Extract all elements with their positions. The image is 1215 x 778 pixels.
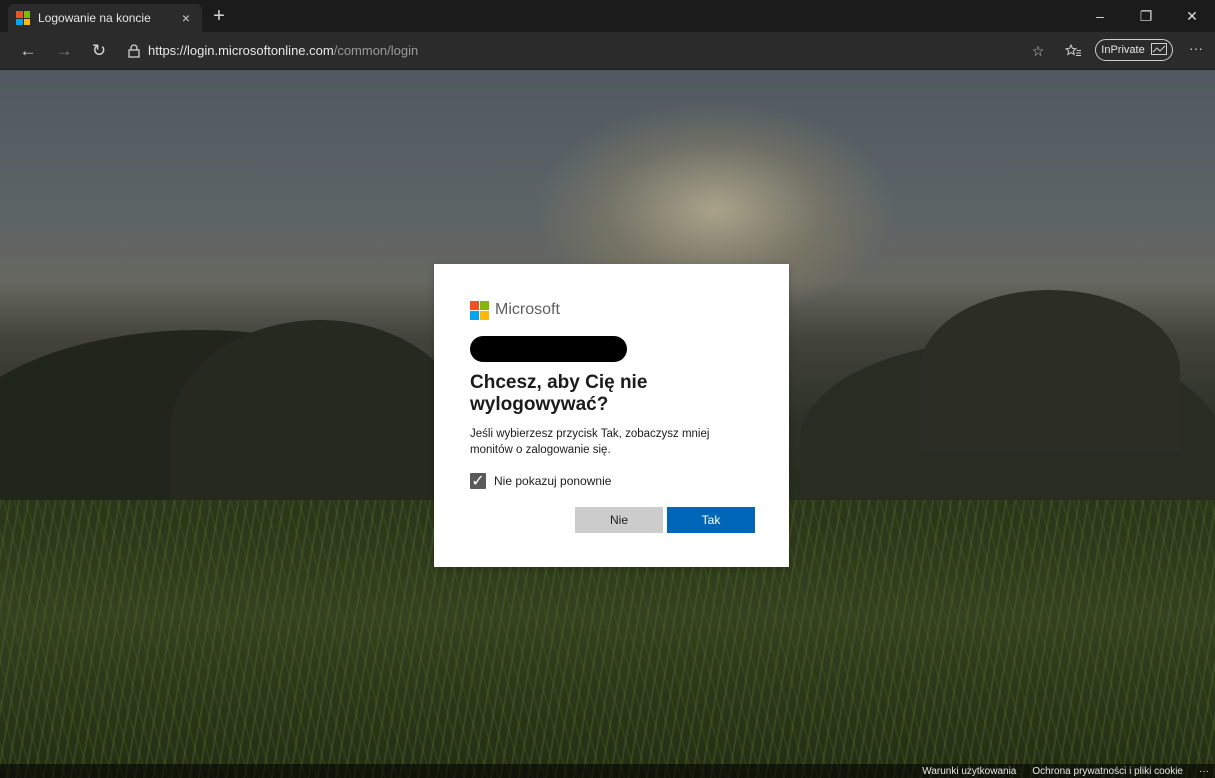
forward-button[interactable]: → bbox=[51, 38, 77, 64]
lock-icon bbox=[128, 43, 140, 58]
tab-title: Logowanie na koncie bbox=[38, 11, 151, 25]
dialog-title: Chcesz, aby Cię nie wylogowywać? bbox=[470, 372, 648, 415]
page-footer: Warunki użytkowania Ochrona prywatności … bbox=[0, 764, 1215, 778]
url-path: /common/login bbox=[333, 43, 419, 58]
address-bar[interactable]: https://login.microsoftonline.com/common… bbox=[128, 36, 1018, 65]
account-name-redacted bbox=[470, 336, 627, 362]
no-button[interactable]: Nie bbox=[575, 507, 663, 533]
tab-close-icon[interactable]: × bbox=[178, 10, 194, 26]
checkmark-icon[interactable]: ✓ bbox=[470, 473, 486, 490]
login-page-background: Microsoft Chcesz, aby Cię nie wylogowywa… bbox=[0, 70, 1215, 778]
privacy-link[interactable]: Ochrona prywatności i pliki cookie bbox=[1032, 766, 1183, 777]
microsoft-favicon-icon bbox=[16, 11, 30, 25]
brand-name: Microsoft bbox=[495, 301, 560, 318]
restore-button[interactable]: ❐ bbox=[1123, 0, 1169, 32]
browser-toolbar: ← → ↻ https://login.microsoftonline.com /… bbox=[0, 32, 1215, 70]
settings-more-button[interactable]: ··· bbox=[1184, 40, 1208, 62]
inprivate-button[interactable]: InPrivate bbox=[1095, 39, 1173, 61]
refresh-button[interactable]: ↻ bbox=[86, 38, 112, 64]
minimize-button[interactable]: – bbox=[1077, 0, 1123, 32]
window-controls: – ❐ ✕ bbox=[1077, 0, 1215, 32]
terms-link[interactable]: Warunki użytkowania bbox=[922, 766, 1016, 777]
url-host: https://login.microsoftonline.com bbox=[148, 43, 334, 58]
back-button[interactable]: ← bbox=[15, 38, 41, 64]
add-favorite-icon[interactable]: ☆ bbox=[1027, 40, 1049, 62]
yes-button[interactable]: Tak bbox=[667, 507, 755, 533]
dialog-buttons: Nie Tak bbox=[575, 507, 755, 533]
favorites-list-icon[interactable] bbox=[1062, 40, 1084, 62]
microsoft-logo-icon bbox=[470, 300, 489, 320]
checkbox-label: Nie pokazuj ponownie bbox=[494, 474, 612, 488]
microsoft-logo: Microsoft bbox=[470, 300, 753, 320]
dont-show-again-checkbox[interactable]: ✓ Nie pokazuj ponownie bbox=[470, 473, 753, 490]
inprivate-icon bbox=[1150, 42, 1167, 58]
inprivate-label: InPrivate bbox=[1101, 44, 1145, 56]
dialog-description: Jeśli wybierzesz przycisk Tak, zobaczysz… bbox=[470, 428, 710, 456]
close-window-button[interactable]: ✕ bbox=[1169, 0, 1215, 32]
new-tab-button[interactable]: + bbox=[208, 6, 230, 28]
browser-title-bar: Logowanie na koncie × + – ❐ ✕ bbox=[0, 0, 1215, 32]
stay-signed-in-dialog: Microsoft Chcesz, aby Cię nie wylogowywa… bbox=[434, 264, 789, 567]
footer-more-button[interactable]: ··· bbox=[1199, 766, 1209, 777]
browser-tab-active[interactable]: Logowanie na koncie × bbox=[8, 4, 202, 32]
